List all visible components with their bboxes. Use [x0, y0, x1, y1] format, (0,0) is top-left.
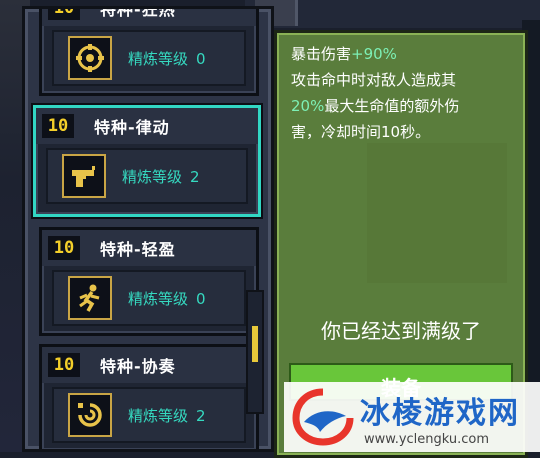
crosshair-gear-icon	[68, 36, 112, 80]
skill-level-badge: 10	[42, 114, 74, 138]
skill-card[interactable]: 10 特种-轻盈 精炼等级 0	[39, 227, 259, 336]
skill-card-body: 精炼等级 2	[46, 148, 248, 204]
desc-line1: 暴击伤害	[291, 45, 352, 63]
forge-level-value: 2	[196, 407, 206, 425]
forge-level-label: 精炼等级	[128, 407, 189, 425]
max-level-message: 你已经达到满级了	[321, 319, 481, 343]
skill-level-badge: 10	[48, 9, 80, 20]
forge-level-label: 精炼等级	[122, 168, 183, 186]
gun-icon	[62, 154, 106, 198]
skill-card[interactable]: 10 特种-协奏 精炼等级 2	[39, 344, 259, 449]
watermark-logo-icon	[292, 388, 354, 450]
skill-card-body: 精炼等级 0	[52, 270, 246, 326]
skill-name: 特种-轻盈	[100, 240, 176, 259]
watermark: 冰棱游戏网 www.yclengku.com	[284, 382, 540, 452]
skill-card-body: 精炼等级 0	[52, 30, 246, 86]
skill-level-badge: 10	[48, 236, 80, 260]
skill-name: 特种-律动	[94, 118, 170, 137]
skill-card-header: 10 特种-狂热	[42, 6, 256, 26]
forge-level: 精炼等级 2	[128, 405, 206, 426]
forge-level-label: 精炼等级	[128, 290, 189, 308]
skill-card-header: 10 特种-轻盈	[42, 230, 256, 266]
forge-level: 精炼等级 2	[122, 166, 200, 187]
skill-level-badge: 10	[48, 353, 80, 377]
scrollbar[interactable]	[246, 290, 264, 414]
forge-level-value: 2	[190, 168, 200, 186]
desc-line2: 攻击命中时对敌人造成其	[291, 71, 457, 89]
info-background-art	[367, 143, 507, 283]
scrollbar-thumb[interactable]	[252, 326, 258, 362]
skill-card-selected[interactable]: 10 特种-律动 精炼等级 2	[33, 105, 261, 217]
forge-level: 精炼等级 0	[128, 48, 206, 69]
swirl-icon	[68, 393, 112, 437]
forge-level-value: 0	[196, 50, 206, 68]
skill-card-body: 精炼等级 2	[52, 387, 246, 443]
forge-level-label: 精炼等级	[128, 50, 189, 68]
skill-card-header: 10 特种-协奏	[42, 347, 256, 383]
skill-list-panel[interactable]: 10 特种-狂热 精炼等级 0 10 特种-律动 精炼等级 2 10 特种-轻盈…	[22, 6, 274, 452]
skill-description: 暴击伤害+90% 攻击命中时对敌人造成其 20%最大生命值的额外伤 害，冷却时间…	[291, 41, 515, 145]
skill-name: 特种-狂热	[100, 6, 176, 19]
desc-line3: 最大生命值的额外伤	[324, 97, 460, 115]
watermark-title: 冰棱游戏网	[360, 396, 520, 431]
desc-line4: 害，冷却时间10秒。	[291, 123, 431, 141]
skill-card-header: 10 特种-律动	[36, 108, 258, 144]
watermark-url: www.yclengku.com	[364, 432, 490, 447]
skill-card[interactable]: 10 特种-狂热 精炼等级 0	[39, 6, 259, 96]
running-icon	[68, 276, 112, 320]
forge-level: 精炼等级 0	[128, 288, 206, 309]
skill-name: 特种-协奏	[100, 357, 176, 376]
forge-level-value: 0	[196, 290, 206, 308]
desc-line1-value: +90%	[351, 45, 397, 63]
desc-line3-value: 20%	[291, 97, 325, 115]
